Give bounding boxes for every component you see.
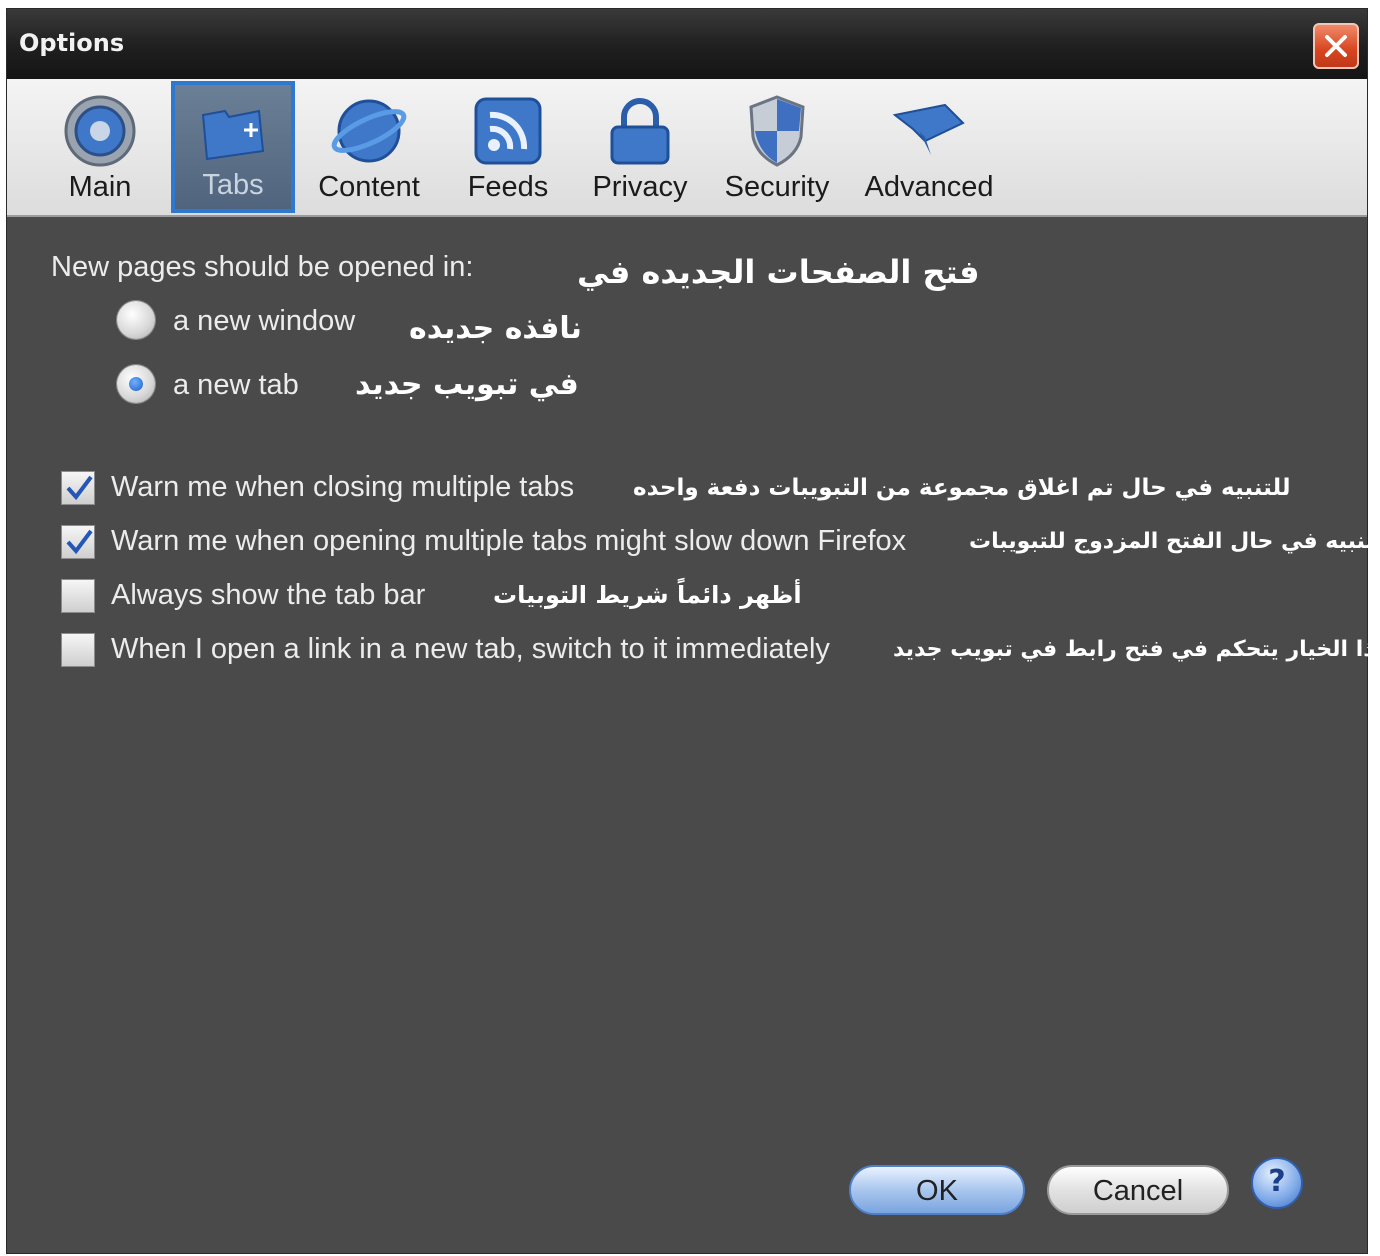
close-icon <box>1325 35 1347 57</box>
tab-advanced[interactable]: Advanced <box>855 83 1003 211</box>
help-question-icon: ? <box>1268 1164 1286 1199</box>
warn-open-arabic-note: للتنبيه في حال الفتح المزدوج للتبويبات <box>969 529 1380 554</box>
switch-to-new-tab-checkbox[interactable] <box>61 633 95 667</box>
warn-close-checkbox[interactable] <box>61 471 95 505</box>
tabs-settings-panel: New pages should be opened in: فتح الصفح… <box>7 217 1380 1117</box>
show-tab-bar-arabic-note: أظهر دائماً شريط التوبيات <box>493 581 802 609</box>
tab-feeds-label: Feeds <box>467 171 549 203</box>
new-tab-label[interactable]: a new tab <box>173 369 299 402</box>
show-tab-bar-checkbox[interactable] <box>61 579 95 613</box>
warn-close-arabic-note: للتنبيه في حال تم اغلاق مجموعة من التبوي… <box>633 475 1291 501</box>
tab-privacy[interactable]: Privacy <box>581 83 699 211</box>
tab-content-label: Content <box>318 171 420 203</box>
pane-toolbar: Main Tabs Content Feeds Privacy Security… <box>7 79 1367 217</box>
warn-open-label[interactable]: Warn me when opening multiple tabs might… <box>111 525 906 558</box>
cancel-button[interactable]: Cancel <box>1047 1165 1229 1215</box>
switch-to-new-tab-label[interactable]: When I open a link in a new tab, switch … <box>111 633 830 666</box>
tab-content[interactable]: Content <box>305 83 433 211</box>
tab-main-label: Main <box>68 171 132 203</box>
open-in-arabic-note: فتح الصفحات الجديده في <box>577 253 980 291</box>
feeds-rss-icon <box>474 97 542 165</box>
ok-button[interactable]: OK <box>849 1165 1025 1215</box>
tabs-folder-icon <box>201 109 265 161</box>
show-tab-bar-label[interactable]: Always show the tab bar <box>111 579 425 612</box>
advanced-icon <box>892 103 965 155</box>
open-in-label: New pages should be opened in: <box>51 251 474 283</box>
checkmark-icon <box>66 529 93 555</box>
checkmark-icon <box>66 475 93 501</box>
new-window-label[interactable]: a new window <box>173 305 355 338</box>
options-dialog: Options Main Tabs Content Feeds Privacy … <box>6 8 1380 1254</box>
title-bar[interactable]: Options <box>7 9 1367 79</box>
main-gear-icon <box>64 95 136 167</box>
tab-security[interactable]: Security <box>715 83 839 211</box>
radio-selected-dot <box>129 377 143 391</box>
window-title: Options <box>19 29 125 57</box>
new-window-arabic-note: نافذه جديده <box>409 311 582 346</box>
tab-tabs-label: Tabs <box>202 169 264 201</box>
warn-close-label[interactable]: Warn me when closing multiple tabs <box>111 471 574 504</box>
help-button[interactable]: ? <box>1251 1157 1303 1209</box>
tab-privacy-label: Privacy <box>592 171 688 203</box>
new-window-radio[interactable] <box>117 301 155 339</box>
security-shield-icon <box>749 95 805 167</box>
close-button[interactable] <box>1313 23 1359 69</box>
tab-advanced-label: Advanced <box>864 171 994 203</box>
tab-feeds[interactable]: Feeds <box>453 83 563 211</box>
content-globe-icon <box>331 99 407 163</box>
tab-main[interactable]: Main <box>47 83 153 211</box>
new-tab-arabic-note: في تبويب جديد <box>355 367 579 402</box>
new-tab-radio[interactable] <box>117 365 155 403</box>
switch-to-new-tab-arabic-note: هذا الخيار يتحكم في فتح رابط في تبويب جد… <box>893 637 1380 662</box>
privacy-lock-icon <box>610 98 670 165</box>
tab-security-label: Security <box>724 171 830 203</box>
tab-tabs[interactable]: Tabs <box>171 81 295 213</box>
warn-open-checkbox[interactable] <box>61 525 95 559</box>
